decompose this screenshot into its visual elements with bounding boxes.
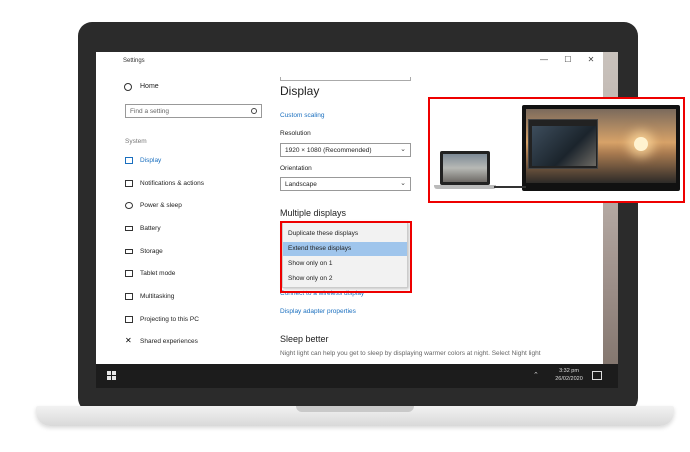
minimize-button[interactable]: — [538,55,550,64]
chevron-down-icon: ⌄ [400,146,406,153]
storage-icon [125,249,133,254]
nav-home[interactable]: Home [140,83,159,90]
sidebar-item-tablet-mode[interactable]: Tablet mode [125,268,265,280]
small-laptop [440,151,490,185]
window-title: Settings [123,58,145,64]
sidebar-item-label: Multitasking [140,293,175,300]
search-placeholder: Find a setting [130,108,170,115]
chevron-down-icon: ⌄ [400,180,406,187]
sidebar-item-display[interactable]: Display [125,155,265,167]
display-cable [494,186,526,188]
battery-icon [125,226,133,231]
sidebar-item-shared-experiences[interactable]: ✕ Shared experiences [125,336,265,348]
resolution-dropdown[interactable]: 1920 × 1080 (Recommended) ⌄ [280,143,411,157]
sunset-sun [634,137,648,151]
video-frame [532,126,596,166]
notification-icon [125,180,133,187]
search-input[interactable]: Find a setting [125,104,262,118]
sidebar-item-battery[interactable]: Battery [125,223,265,235]
sidebar-item-notifications[interactable]: Notifications & actions [125,178,265,190]
external-monitor-screen [526,109,676,183]
custom-scaling-link[interactable]: Custom scaling [280,112,324,119]
sidebar-item-label: Power & sleep [140,202,182,209]
taskbar: ⌃ 3:32 pm 26/02/2020 [96,364,618,388]
stage: Settings — ☐ ✕ Home Find a setting Syste… [0,0,690,452]
sidebar-item-multitasking[interactable]: Multitasking [125,291,265,303]
sidebar-item-label: Storage [140,248,163,255]
resolution-label: Resolution [280,130,311,137]
projecting-icon [125,316,133,323]
display-adapter-link[interactable]: Display adapter properties [280,308,356,315]
menu-highlight-box [280,221,412,293]
sidebar-item-label: Projecting to this PC [140,316,199,323]
resolution-value: 1920 × 1080 (Recommended) [285,147,372,154]
shared-icon: ✕ [125,336,132,345]
monitor-icon [125,157,133,164]
orientation-value: Landscape [285,181,317,188]
clock-date[interactable]: 26/02/2020 [552,376,586,382]
multiple-displays-heading: Multiple displays [280,208,347,218]
sidebar-item-label: Display [140,157,162,164]
night-light-text: Night light can help you get to sleep by… [280,350,541,357]
small-laptop-base [434,185,496,189]
section-label-system: System [125,138,147,145]
video-window [528,119,598,169]
multitasking-icon [125,293,133,300]
sidebar-item-label: Shared experiences [140,338,198,345]
orientation-label: Orientation [280,165,312,172]
external-monitor [522,105,680,191]
action-center-icon[interactable] [592,371,602,380]
close-button[interactable]: ✕ [585,55,597,64]
sidebar-item-label: Notifications & actions [140,180,204,187]
page-title: Display [280,84,320,98]
sidebar-item-label: Tablet mode [140,270,176,277]
sidebar-item-projecting[interactable]: Projecting to this PC [125,314,265,326]
small-laptop-screen [443,154,487,182]
sidebar-item-label: Battery [140,225,161,232]
tablet-icon [125,270,133,277]
maximize-button[interactable]: ☐ [562,55,574,64]
extended-displays-illustration [428,97,685,203]
clock-time[interactable]: 3:32 pm [552,368,586,374]
title-bar: Settings — ☐ ✕ [96,52,603,72]
gear-icon [124,83,132,91]
search-icon [251,108,257,114]
sidebar: Home Find a setting System Display Notif… [96,72,271,364]
sleep-better-heading: Sleep better [280,334,329,344]
power-icon [125,202,133,209]
windows-start-icon[interactable] [107,371,117,381]
sidebar-item-storage[interactable]: Storage [125,246,265,258]
scaled-control-edge [280,77,411,81]
orientation-dropdown[interactable]: Landscape ⌄ [280,177,411,191]
chevron-up-icon[interactable]: ⌃ [533,371,539,379]
sidebar-item-power[interactable]: Power & sleep [125,200,265,212]
laptop-notch [296,406,414,412]
